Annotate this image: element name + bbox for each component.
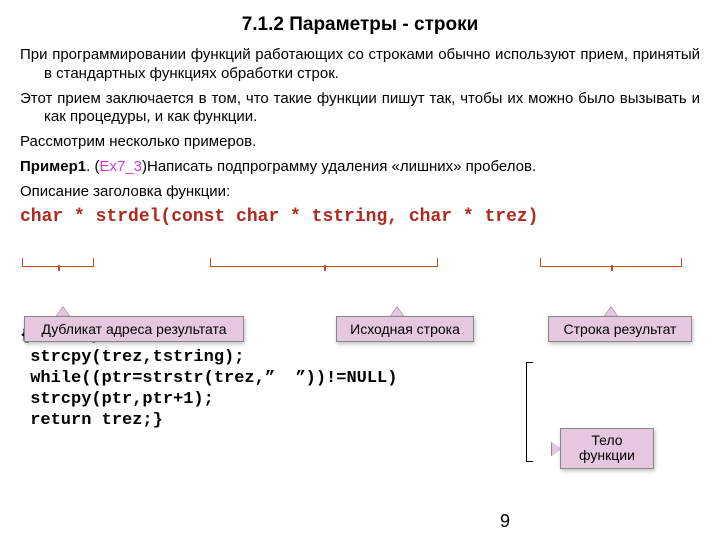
paragraph-3: Рассмотрим несколько примеров. [20, 133, 700, 152]
code-line-3: while((ptr=strstr(trez,” ”))!=NULL) [20, 369, 397, 388]
example-ref: Ex7_3 [99, 158, 142, 175]
brace-param1 [210, 258, 438, 267]
paragraph-1: При программировании функций работающих … [20, 46, 700, 84]
paragraph-5: Описание заголовка функции: [20, 183, 700, 202]
code-line-4: strcpy(ptr,ptr+1); [20, 390, 214, 409]
example-text: )Написать подпрограмму удаления «лишних»… [142, 158, 536, 175]
function-signature: char * strdel(const char * tstring, char… [20, 207, 700, 227]
section-heading: 7.1.2 Параметры - строки [20, 14, 700, 36]
brace-return-type [22, 258, 94, 267]
brace-body-icon [526, 362, 533, 462]
code-line-2: strcpy(trez,tstring); [20, 348, 244, 367]
example-label: Пример1 [20, 158, 86, 175]
page-number: 9 [500, 511, 510, 532]
code-line-5: return trez;} [20, 411, 163, 430]
callout-body: Тело функции [560, 428, 654, 469]
callout-result-string: Строка результат [548, 316, 692, 342]
callout-source-string: Исходная строка [336, 316, 474, 342]
callout-return-duplicate: Дубликат адреса результата [24, 316, 244, 342]
paragraph-2: Этот прием заключается в том, что такие … [20, 90, 700, 128]
paragraph-4: Пример1. (Ex7_3)Написать подпрограмму уд… [20, 158, 700, 177]
brace-param2 [540, 258, 682, 267]
